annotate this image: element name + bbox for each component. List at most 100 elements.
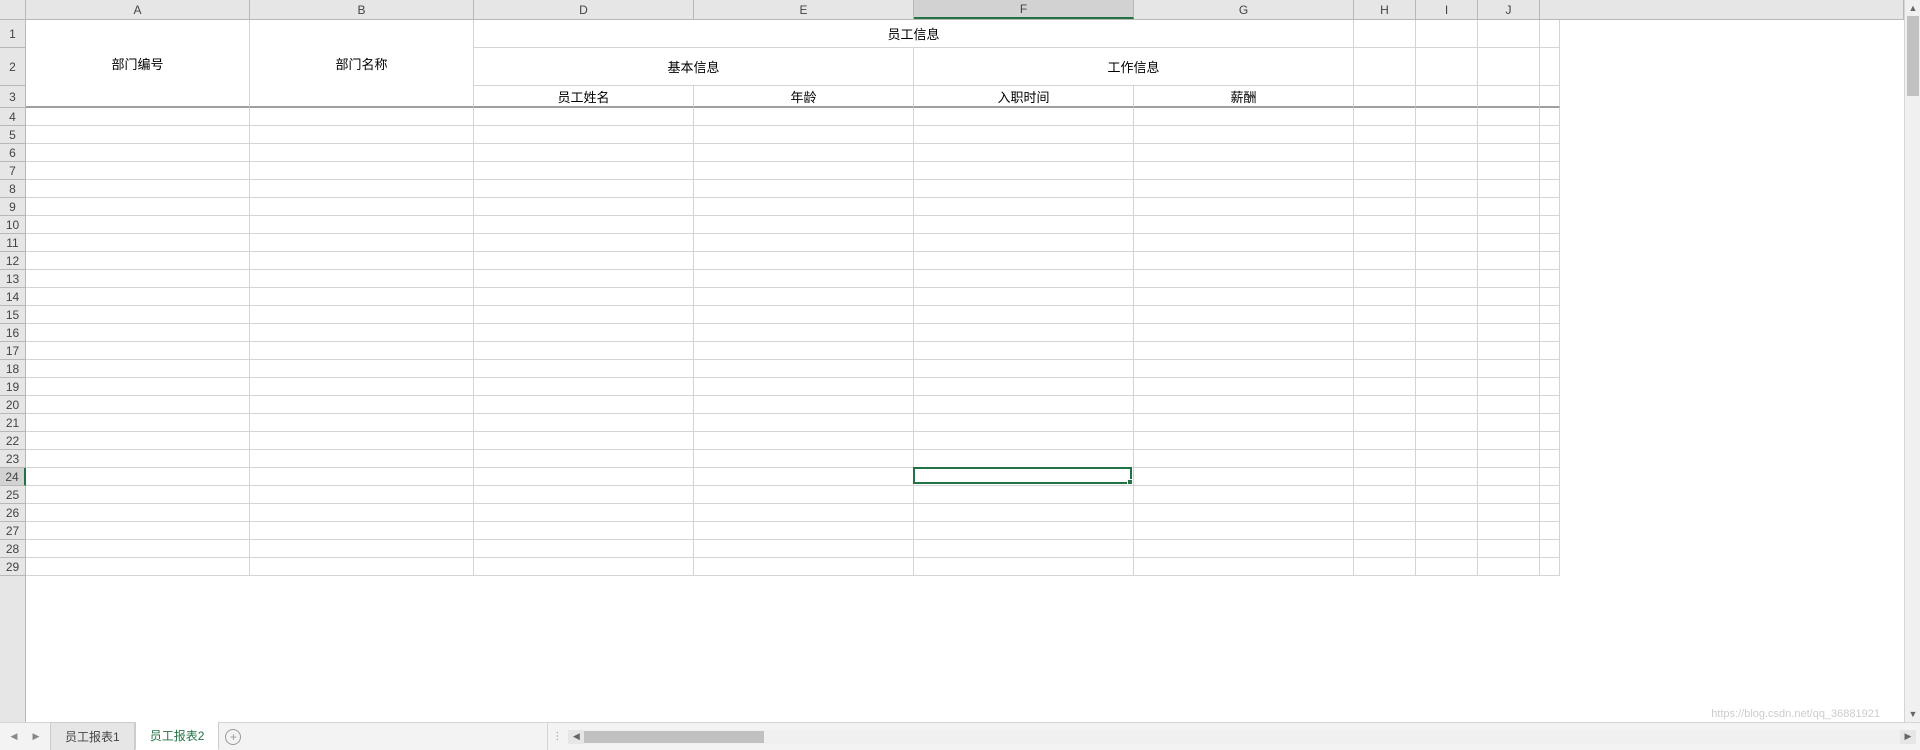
cell[interactable] [474,558,694,576]
cell[interactable] [250,378,474,396]
cell[interactable] [474,144,694,162]
cell[interactable] [1134,342,1354,360]
cell[interactable] [250,432,474,450]
column-header-F[interactable]: F [914,0,1134,19]
cell[interactable] [1354,504,1416,522]
cell[interactable] [914,144,1134,162]
cell[interactable] [1354,48,1416,86]
cell[interactable] [1416,180,1478,198]
cell[interactable] [1540,108,1560,126]
cell[interactable] [914,108,1134,126]
cell[interactable] [1540,234,1560,252]
cell[interactable] [1416,504,1478,522]
cell[interactable] [474,450,694,468]
cell[interactable] [1478,558,1540,576]
cell[interactable] [914,324,1134,342]
cell[interactable] [1354,522,1416,540]
cell[interactable] [250,198,474,216]
cell[interactable] [1354,342,1416,360]
cell[interactable] [1540,342,1560,360]
scroll-down-icon[interactable]: ▼ [1905,706,1920,722]
cell[interactable] [1540,504,1560,522]
cell[interactable] [1416,468,1478,486]
horizontal-scroll-thumb[interactable] [584,731,764,743]
cell[interactable] [1478,522,1540,540]
cell[interactable] [26,558,250,576]
row-header-17[interactable]: 17 [0,342,25,360]
cell[interactable] [914,504,1134,522]
cell[interactable] [250,126,474,144]
scroll-up-icon[interactable]: ▲ [1905,0,1920,16]
cell[interactable] [914,198,1134,216]
cell[interactable] [914,306,1134,324]
cell[interactable] [474,198,694,216]
cell[interactable] [1134,270,1354,288]
cell[interactable] [250,288,474,306]
row-header-26[interactable]: 26 [0,504,25,522]
cell[interactable] [1354,396,1416,414]
cell[interactable] [474,306,694,324]
row-header-6[interactable]: 6 [0,144,25,162]
cell[interactable] [474,252,694,270]
cell[interactable] [914,468,1134,486]
cell[interactable] [250,216,474,234]
header-cell[interactable]: 入职时间 [914,86,1134,108]
cell-grid[interactable]: 部门编号部门名称员工信息基本信息工作信息员工姓名年龄入职时间薪酬 [26,20,1904,722]
row-header-12[interactable]: 12 [0,252,25,270]
cell[interactable] [26,216,250,234]
cell[interactable] [250,450,474,468]
row-header-14[interactable]: 14 [0,288,25,306]
cell[interactable] [474,162,694,180]
cell[interactable] [1478,432,1540,450]
scroll-right-icon[interactable]: ▶ [1900,730,1916,744]
cell[interactable] [474,414,694,432]
sheet-tab[interactable]: 员工报表2 [135,721,220,750]
cell[interactable] [1134,126,1354,144]
cell[interactable] [1134,144,1354,162]
cell[interactable] [914,216,1134,234]
cell[interactable] [26,396,250,414]
header-cell[interactable]: 工作信息 [914,48,1354,86]
cell[interactable] [1134,198,1354,216]
cell[interactable] [1478,342,1540,360]
cell[interactable] [1540,306,1560,324]
cell[interactable] [1416,270,1478,288]
cell[interactable] [474,522,694,540]
cell[interactable] [1416,324,1478,342]
cell[interactable] [26,540,250,558]
cell[interactable] [1478,20,1540,48]
cell[interactable] [914,360,1134,378]
cell[interactable] [694,378,914,396]
cell[interactable] [26,342,250,360]
row-header-21[interactable]: 21 [0,414,25,432]
cell[interactable] [26,486,250,504]
cell[interactable] [1134,414,1354,432]
cell[interactable] [1354,86,1416,108]
cell[interactable] [26,504,250,522]
cell[interactable] [1354,126,1416,144]
cell[interactable] [1540,450,1560,468]
cell[interactable] [694,108,914,126]
cell[interactable] [1134,324,1354,342]
cell[interactable] [694,198,914,216]
cell[interactable] [1540,86,1560,108]
cell[interactable] [474,180,694,198]
cell[interactable] [1478,360,1540,378]
cell[interactable] [1478,144,1540,162]
cell[interactable] [250,306,474,324]
cell[interactable] [914,252,1134,270]
column-header-G[interactable]: G [1134,0,1354,19]
header-cell[interactable]: 员工姓名 [474,86,694,108]
cell[interactable] [1354,216,1416,234]
row-header-20[interactable]: 20 [0,396,25,414]
cell[interactable] [26,198,250,216]
cell[interactable] [1540,432,1560,450]
row-header-24[interactable]: 24 [0,468,26,486]
cell[interactable] [474,468,694,486]
cell[interactable] [1134,378,1354,396]
cell[interactable] [914,162,1134,180]
cell[interactable] [1134,234,1354,252]
vertical-scroll-thumb[interactable] [1907,16,1919,96]
cell[interactable] [1540,126,1560,144]
cell[interactable] [250,180,474,198]
